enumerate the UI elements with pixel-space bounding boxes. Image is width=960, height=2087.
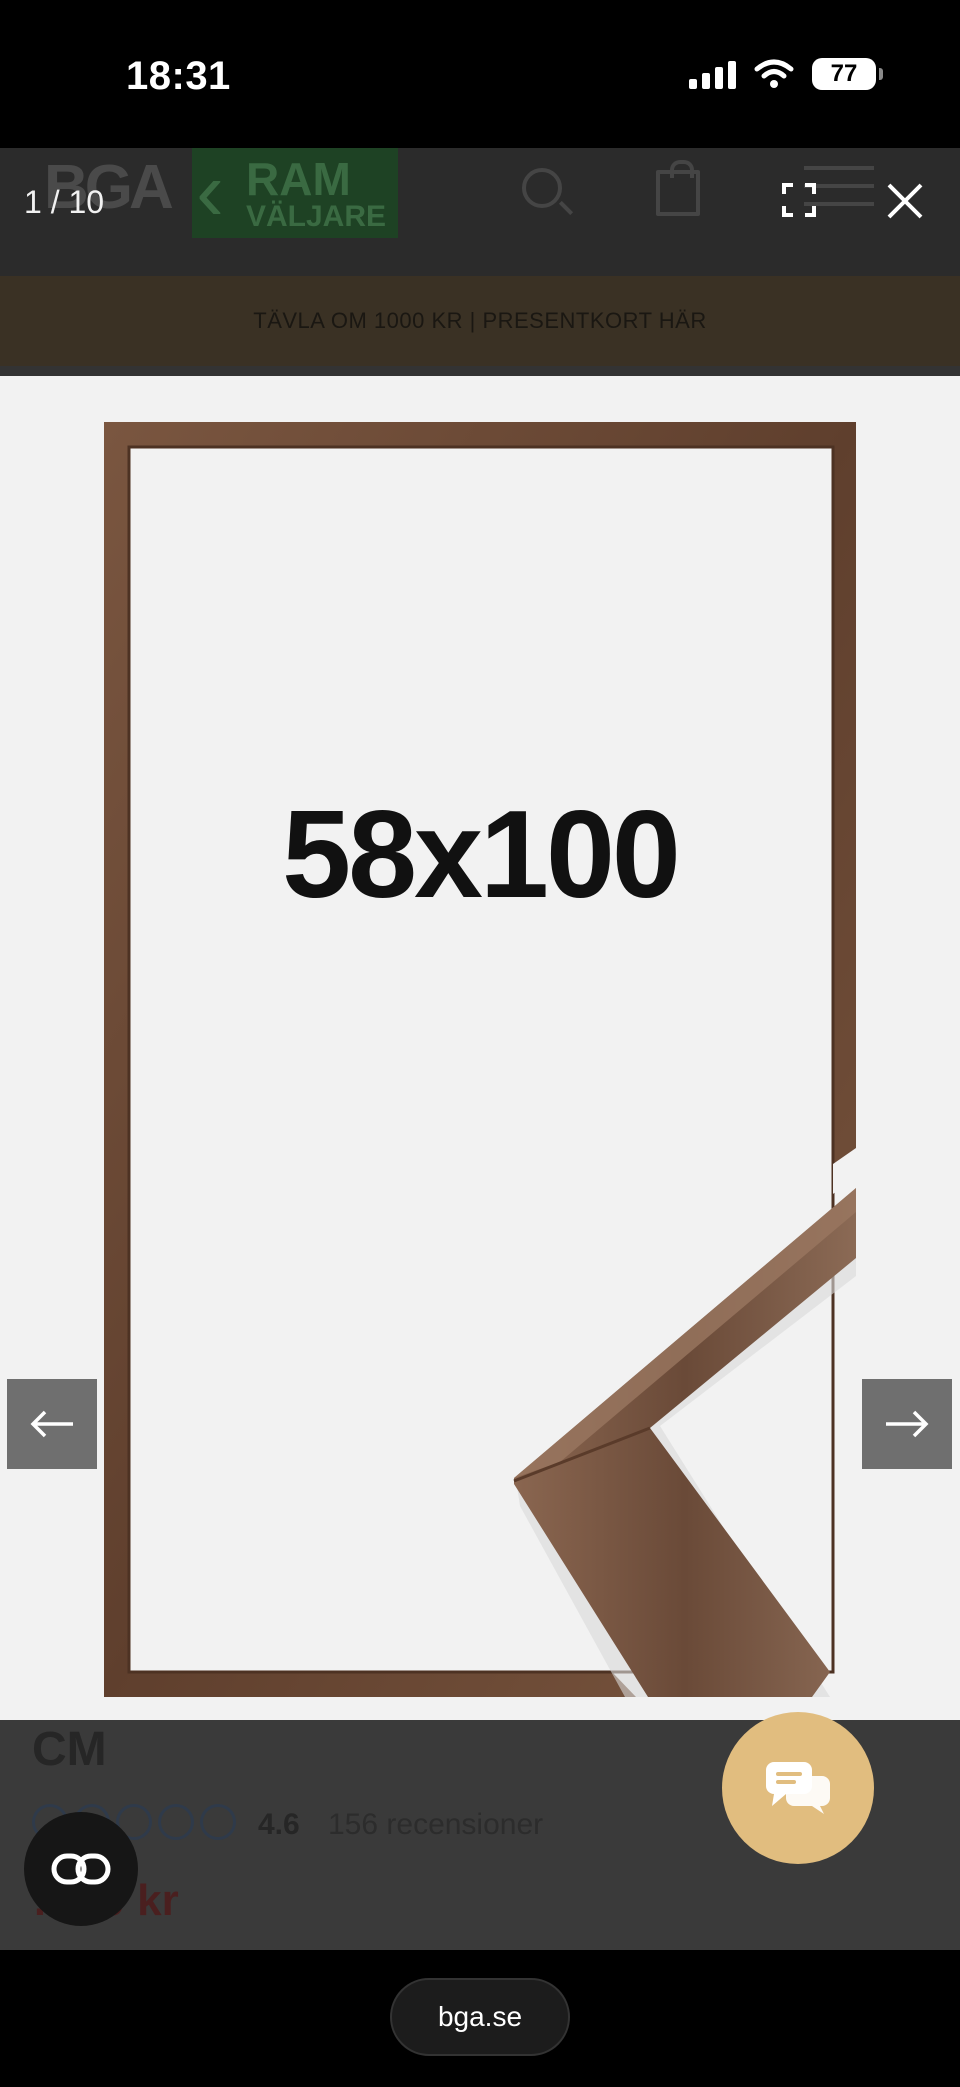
signal-icon — [689, 59, 736, 89]
rating-value: 4.6 — [258, 1808, 300, 1841]
star-icon — [200, 1804, 236, 1840]
browser-bar: bga.se — [0, 1950, 960, 2087]
bag-icon[interactable] — [656, 160, 700, 216]
star-icon — [158, 1804, 194, 1840]
previous-image-button[interactable] — [7, 1379, 97, 1469]
battery-icon: 77 — [812, 58, 883, 90]
product-title: CM — [32, 1723, 107, 1776]
url-bar[interactable]: bga.se — [390, 1978, 570, 2056]
reviews-link[interactable]: 156 recensioner — [328, 1808, 543, 1842]
link-button[interactable] — [24, 1812, 138, 1926]
arrow-right-icon — [886, 1410, 929, 1438]
promo-banner[interactable]: TÄVLA OM 1000 KR | PRESENTKORT HÄR — [0, 276, 960, 366]
ramvaljare-bottom-text: VÄLJARE — [246, 200, 387, 233]
arrow-left-icon — [30, 1410, 73, 1438]
status-bar: 18:31 77 — [0, 0, 960, 148]
chat-button[interactable] — [722, 1712, 874, 1864]
ramvaljare-logo[interactable]: ‹ RAM VÄLJARE — [192, 148, 398, 238]
search-icon[interactable] — [522, 168, 562, 208]
close-icon[interactable] — [886, 182, 924, 220]
chevron-left-icon: ‹ — [196, 144, 224, 238]
frame-size-label: 58x100 — [282, 786, 681, 924]
promo-text: TÄVLA OM 1000 KR | PRESENTKORT HÄR — [253, 308, 707, 333]
site-header: BGA ‹ RAM VÄLJARE — [0, 148, 960, 276]
wifi-icon — [754, 59, 794, 88]
image-counter: 1 / 10 — [24, 184, 105, 220]
product-image: 58x100 — [0, 376, 960, 1720]
link-icon — [51, 1853, 111, 1885]
ramvaljare-top-text: RAM — [246, 153, 351, 205]
fullscreen-icon[interactable] — [782, 183, 816, 217]
status-time: 18:31 — [126, 54, 231, 98]
status-icons: 77 — [689, 58, 883, 90]
divider — [0, 366, 960, 376]
frame-illustration — [104, 422, 856, 1697]
chat-icon — [766, 1762, 830, 1814]
next-image-button[interactable] — [862, 1379, 952, 1469]
